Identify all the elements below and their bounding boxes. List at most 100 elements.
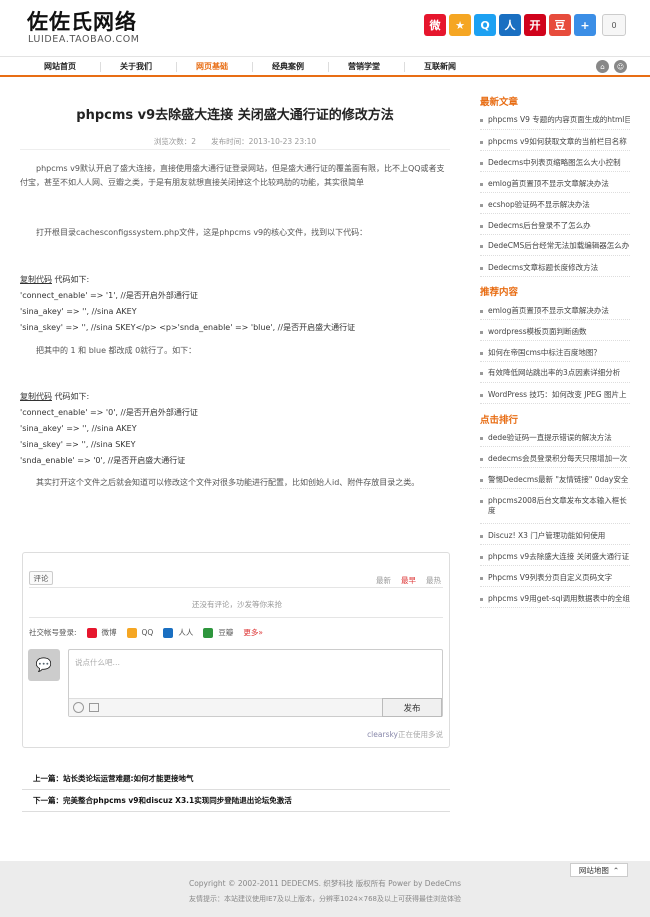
divider xyxy=(480,234,630,235)
sidebar-item[interactable]: wordpress模板页面判断函数 xyxy=(480,327,630,337)
sidebar-item[interactable]: phpcms v9去除盛大连接 关闭盛大通行证 xyxy=(480,552,630,562)
nav-item-about[interactable]: 关于我们 xyxy=(120,61,152,72)
next-article-link[interactable]: 下一篇：完美整合phpcms v9和discuz X3.1实现同步登陆退出论坛免… xyxy=(33,795,292,806)
nav-item-news[interactable]: 互联新闻 xyxy=(424,61,456,72)
home-icon[interactable]: ⌂ xyxy=(596,60,609,73)
sidebar-item[interactable]: phpcms2008后台文章发布文本输入框长度 xyxy=(480,496,630,516)
footer-copyright: Copyright © 2002-2011 DEDECMS. 织梦科技 版权所有… xyxy=(188,879,462,888)
article-meta: 浏览次数：2 发布时间：2013-10-23 23:10 xyxy=(153,137,317,146)
code-line: 'sina_akey' => '', //sina AKEY xyxy=(20,424,137,433)
nav-divider xyxy=(404,62,405,72)
sidebar-item[interactable]: 如何在帝国cms中标注百度地图？ xyxy=(480,348,630,358)
divider xyxy=(20,149,450,150)
divider xyxy=(480,446,630,447)
sitemap-button[interactable]: 网站地图 ⌃ xyxy=(570,863,628,877)
sidebar-item[interactable]: phpcms v9如何获取文章的当前栏目名称 xyxy=(480,137,630,147)
comment-box: 评论 最新 最早 最热 还没有评论，沙发等你来抢 社交帐号登录: 微博 QQ 人… xyxy=(22,552,450,748)
sidebar-item[interactable]: Phpcms V9列表分页自定义页码文字 xyxy=(480,573,630,583)
divider xyxy=(480,403,630,404)
article-paragraph: 打开根目录cachesconfigssystem.php文件，这是phpcms … xyxy=(36,228,368,237)
sidebar-item[interactable]: 有效降低网站跳出率的3点因素详细分析 xyxy=(480,368,630,378)
comment-tab[interactable]: 评论 xyxy=(29,571,53,585)
powered-by-user[interactable]: clearsky xyxy=(367,730,398,739)
social-renren[interactable]: 人人 xyxy=(178,627,193,638)
sidebar-item[interactable]: dede验证码一直提示错误的解决方法 xyxy=(480,433,630,443)
comment-toolbar: 发布 xyxy=(69,698,442,717)
renren-icon[interactable] xyxy=(163,627,174,638)
emoji-icon[interactable] xyxy=(73,702,84,713)
nav-item-cases[interactable]: 经典案例 xyxy=(272,61,304,72)
chevron-up-icon: ⌃ xyxy=(612,865,620,875)
sort-latest[interactable]: 最新 xyxy=(376,575,391,586)
empty-comments: 还没有评论，沙发等你来抢 xyxy=(192,600,282,609)
social-douban[interactable]: 豆瓣 xyxy=(218,627,233,638)
sidebar-item[interactable]: WordPress 技巧：如何改变 JPEG 图片上 xyxy=(480,390,630,400)
sidebar-item[interactable]: Dedecms中列表页缩略图怎么大小控制 xyxy=(480,158,630,168)
sort-earliest[interactable]: 最早 xyxy=(401,575,416,586)
qzone-icon[interactable]: ★ xyxy=(449,14,471,36)
nav-item-home[interactable]: 网站首页 xyxy=(44,61,76,72)
user-icon[interactable]: ☺ xyxy=(614,60,627,73)
nav-divider xyxy=(252,62,253,72)
sidebar-item[interactable]: DedeCMS后台经常无法加载编辑器怎么办 xyxy=(480,241,630,251)
qq-icon[interactable] xyxy=(126,627,137,638)
social-login: 社交帐号登录: 微博 QQ 人人 豆瓣 更多» xyxy=(29,627,263,638)
code-header-suffix: 代码如下: xyxy=(52,392,90,401)
sidebar-item[interactable]: emlog首页置顶不显示文章解决办法 xyxy=(480,306,630,316)
weibo-icon[interactable]: 微 xyxy=(424,14,446,36)
copy-code-link[interactable]: 复制代码 xyxy=(20,275,52,284)
sidebar-item[interactable]: phpcms V9 专题的内容页面生成的html目 xyxy=(480,115,630,125)
code-block: 复制代码 代码如下: 'connect_enable' => '1', //是否… xyxy=(20,272,450,336)
douban-icon[interactable]: 豆 xyxy=(549,14,571,36)
copy-code-link[interactable]: 复制代码 xyxy=(20,392,52,401)
nav-divider xyxy=(176,62,177,72)
divider xyxy=(29,617,443,618)
douban-icon[interactable] xyxy=(203,627,214,638)
divider xyxy=(480,150,630,151)
divider xyxy=(480,523,630,524)
sidebar-item[interactable]: Dedecms后台登录不了怎么办 xyxy=(480,221,630,231)
post-button[interactable]: 发布 xyxy=(382,698,442,717)
renren-icon[interactable]: 人 xyxy=(499,14,521,36)
powered-by: clearsky正在使用多说 xyxy=(367,729,443,740)
tqq-icon[interactable]: Q xyxy=(474,14,496,36)
sidebar-heading-latest: 最新文章 xyxy=(480,97,519,108)
footer: Copyright © 2002-2011 DEDECMS. 织梦科技 版权所有… xyxy=(0,861,650,917)
sidebar-item[interactable]: ecshop验证码不显示解决办法 xyxy=(480,200,630,210)
sidebar-item[interactable]: phpcms v9用get-sql调用数据表中的全组 xyxy=(480,594,630,604)
divider xyxy=(29,587,443,588)
more-share-icon[interactable]: + xyxy=(574,14,596,36)
social-weibo[interactable]: 微博 xyxy=(102,627,117,638)
logo-title[interactable]: 佐佐氏网络 xyxy=(27,6,137,36)
code-line: 'connect_enable' => '0', //是否开启外部通行证 xyxy=(20,408,198,417)
divider xyxy=(480,467,630,468)
sidebar-heading-hot: 点击排行 xyxy=(480,415,519,426)
sidebar-item[interactable]: 警惕Dedecms最新 "友情链接" 0day安全 xyxy=(480,475,630,485)
code-line: 'sina_skey' => '', //sina SKEY xyxy=(20,440,136,449)
nav-divider xyxy=(100,62,101,72)
divider xyxy=(480,361,630,362)
image-icon[interactable] xyxy=(89,703,99,712)
sidebar-heading-recommend: 推荐内容 xyxy=(480,287,519,298)
social-qq[interactable]: QQ xyxy=(142,628,154,637)
sidebar-item[interactable]: dedecms会员登录积分每天只限增加一次 xyxy=(480,454,630,464)
sort-hot[interactable]: 最热 xyxy=(426,575,441,586)
divider xyxy=(480,586,630,587)
sidebar-item[interactable]: emlog首页置顶不显示文章解决办法 xyxy=(480,179,630,189)
kaixin-icon[interactable]: 开 xyxy=(524,14,546,36)
nav-item-marketing[interactable]: 营销学堂 xyxy=(348,61,380,72)
social-more-link[interactable]: 更多» xyxy=(243,627,263,638)
sidebar-item[interactable]: Discuz! X3 门户管理功能如何使用 xyxy=(480,531,630,541)
code-block: 复制代码 代码如下: 'connect_enable' => '0', //是否… xyxy=(20,389,450,469)
main-nav: 网站首页 关于我们 网页基础 经典案例 营销学堂 互联新闻 ⌂ ☺ xyxy=(0,56,650,77)
divider xyxy=(480,319,630,320)
article-paragraph: 把其中的 1 和 blue 都改成 0就行了。如下： xyxy=(36,346,197,355)
powered-by-text[interactable]: 正在使用多说 xyxy=(398,730,443,739)
nav-item-web-basics[interactable]: 网页基础 xyxy=(196,61,228,72)
weibo-icon[interactable] xyxy=(86,627,97,638)
article-paragraph: phpcms v9默认开启了盛大连接，直接使用盛大通行证登录网站，但是盛大通行证… xyxy=(20,164,445,187)
comment-input[interactable]: 说点什么吧… 发布 xyxy=(68,649,443,717)
sidebar-item[interactable]: Dedecms文章标题长度修改方法 xyxy=(480,263,630,273)
footer-tip: 友情提示：本站建议使用IE7及以上版本，分辨率1024×768及以上可获得最佳浏… xyxy=(189,895,461,903)
prev-article-link[interactable]: 上一篇：站长类论坛运营难题:如何才能更接地气 xyxy=(33,773,194,784)
